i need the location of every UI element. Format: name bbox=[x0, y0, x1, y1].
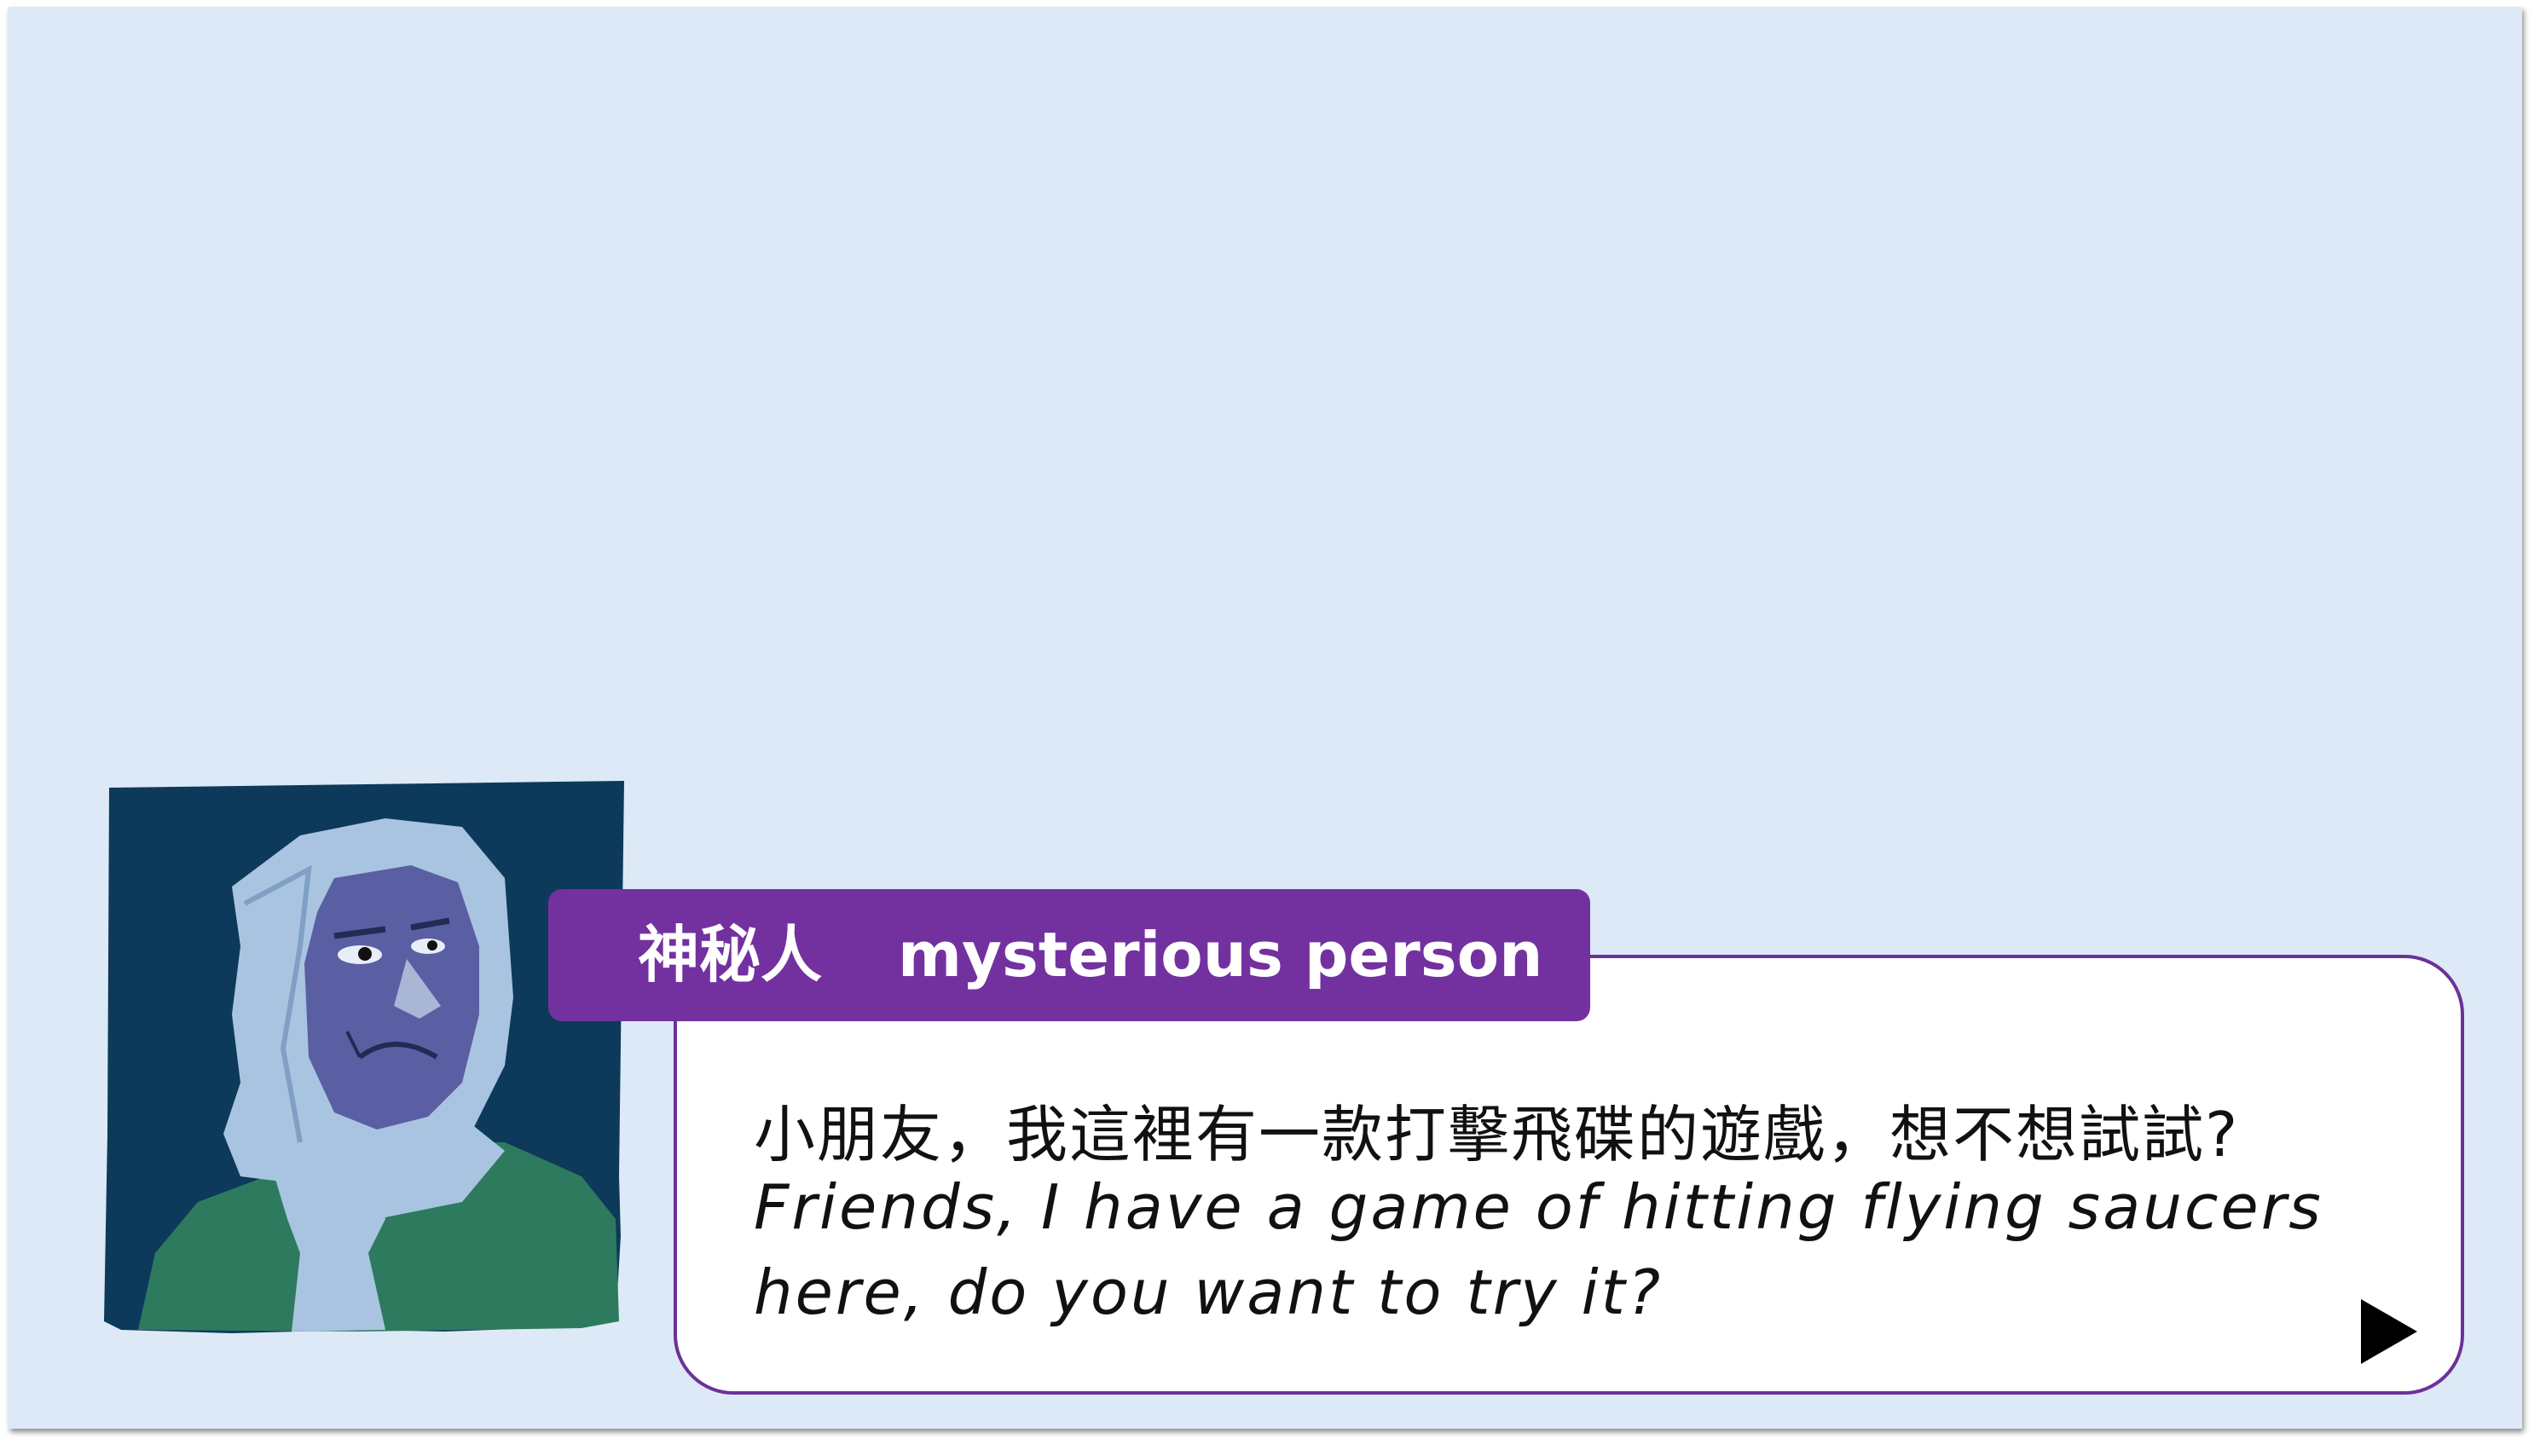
character-portrait bbox=[104, 776, 624, 1338]
speaker-name-chinese: 神秘人 bbox=[638, 919, 823, 991]
play-triangle-icon[interactable] bbox=[2361, 1299, 2417, 1364]
speaker-name-tag: 神秘人 mysterious person bbox=[548, 889, 1590, 1021]
game-scene: 神秘人 mysterious person 小朋友，我這裡有一款打擊飛碟的遊戲，… bbox=[9, 7, 2522, 1429]
dialogue-line-english-1: Friends, I have a game of hitting flying… bbox=[754, 1171, 2323, 1243]
hooded-figure-portrait bbox=[104, 781, 624, 1333]
dialogue-line-english-2: here, do you want to try it? bbox=[754, 1257, 1664, 1328]
dialogue-line-chinese: 小朋友，我這裡有一款打擊飛碟的遊戲，想不想試試? bbox=[754, 1099, 2240, 1170]
speaker-name-english: mysterious person bbox=[898, 919, 1543, 991]
